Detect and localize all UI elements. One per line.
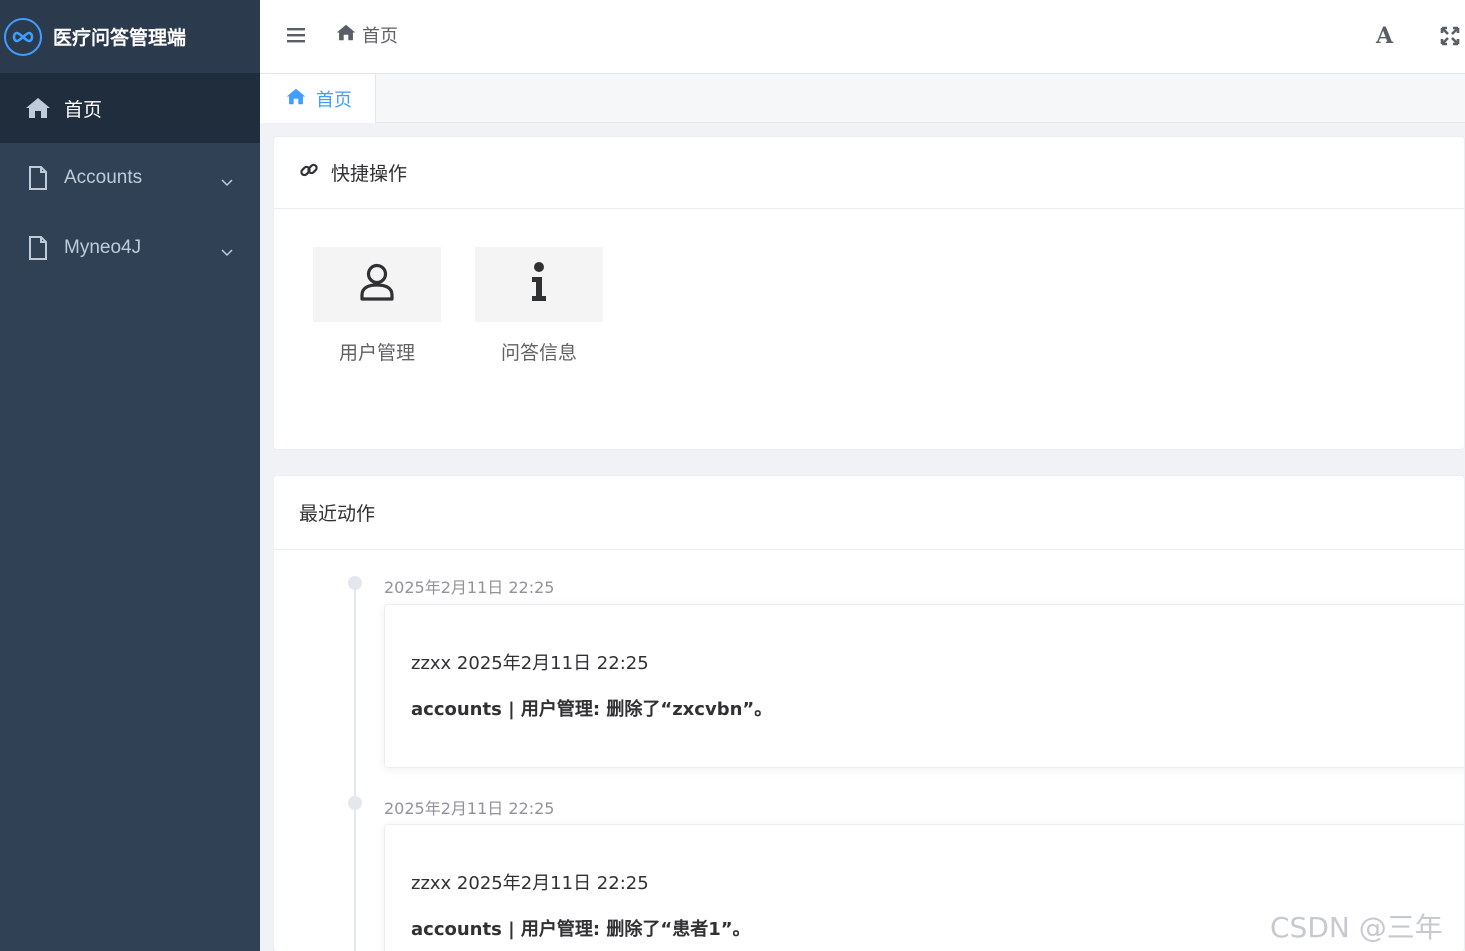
home-icon: [336, 24, 362, 46]
breadcrumb-label: 首页: [362, 26, 398, 47]
tags-view: 首页: [260, 74, 1465, 123]
card-header: 快捷操作: [274, 137, 1464, 209]
quick-op-label: 问答信息: [500, 342, 577, 364]
timeline-timestamp: 2025年2月11日 22:25: [384, 799, 555, 818]
watermark: CSDN @三年呀: [1270, 911, 1443, 944]
sidebar-item-accounts[interactable]: Accounts: [0, 143, 260, 213]
tab-label: 首页: [316, 89, 352, 111]
breadcrumb[interactable]: 首页: [336, 22, 398, 48]
timeline-timestamp: 2025年2月11日 22:25: [384, 578, 555, 597]
sidebar-item-label: 首页: [64, 99, 103, 121]
timeline-dot: [348, 576, 362, 590]
card-header: 最近动作: [274, 476, 1464, 550]
app-title: 医疗问答管理端: [53, 27, 187, 49]
infinity-logo-icon: [4, 17, 42, 56]
font-size-button[interactable]: A: [1376, 23, 1393, 49]
timeline-line: [354, 584, 356, 951]
card-title: 快捷操作: [331, 163, 408, 185]
chevron-down-icon: [221, 241, 233, 263]
quick-op-box[interactable]: [313, 247, 441, 322]
quick-op-qa-info[interactable]: 问答信息: [475, 247, 603, 365]
sidebar: 医疗问答管理端 首页 Accounts Myneo4J: [0, 0, 260, 951]
sidebar-item-label: Myneo4J: [64, 237, 142, 258]
quick-op-label: 用户管理: [338, 342, 415, 364]
quick-ops-card: 快捷操作 用户管理 问答信息: [273, 136, 1465, 450]
entry-title: zzxx 2025年2月11日 22:25: [411, 653, 649, 674]
home-icon: [25, 95, 51, 121]
document-icon: [25, 235, 51, 261]
hamburger-menu-icon[interactable]: [287, 27, 305, 45]
info-icon: [530, 262, 548, 307]
home-icon: [286, 88, 316, 110]
chevron-down-icon: [221, 171, 233, 193]
entry-title: zzxx 2025年2月11日 22:25: [411, 873, 649, 894]
sidebar-item-home[interactable]: 首页: [0, 73, 260, 143]
user-icon: [359, 262, 395, 307]
timeline-entry-card: zzxx 2025年2月11日 22:25 accounts | 用户管理: 删…: [384, 604, 1464, 768]
sidebar-logo[interactable]: 医疗问答管理端: [0, 0, 260, 73]
entry-text: accounts | 用户管理: 删除了“zxcvbn”。: [411, 699, 773, 720]
entry-text: accounts | 用户管理: 删除了“患者1”。: [411, 919, 751, 940]
sidebar-item-myneo4j[interactable]: Myneo4J: [0, 213, 260, 283]
timeline-dot: [348, 796, 362, 810]
quick-op-box[interactable]: [475, 247, 603, 322]
fullscreen-icon[interactable]: [1440, 26, 1460, 51]
recent-activity-card: 最近动作 2025年2月11日 22:25 zzxx 2025年2月11日 22…: [273, 475, 1465, 951]
quick-op-user-management[interactable]: 用户管理: [313, 247, 441, 365]
card-title: 最近动作: [299, 503, 376, 525]
navbar: 首页 A: [260, 0, 1465, 74]
sidebar-item-label: Accounts: [64, 167, 143, 188]
tab-home[interactable]: 首页: [260, 74, 376, 123]
document-icon: [25, 165, 51, 191]
link-icon: [299, 160, 331, 185]
